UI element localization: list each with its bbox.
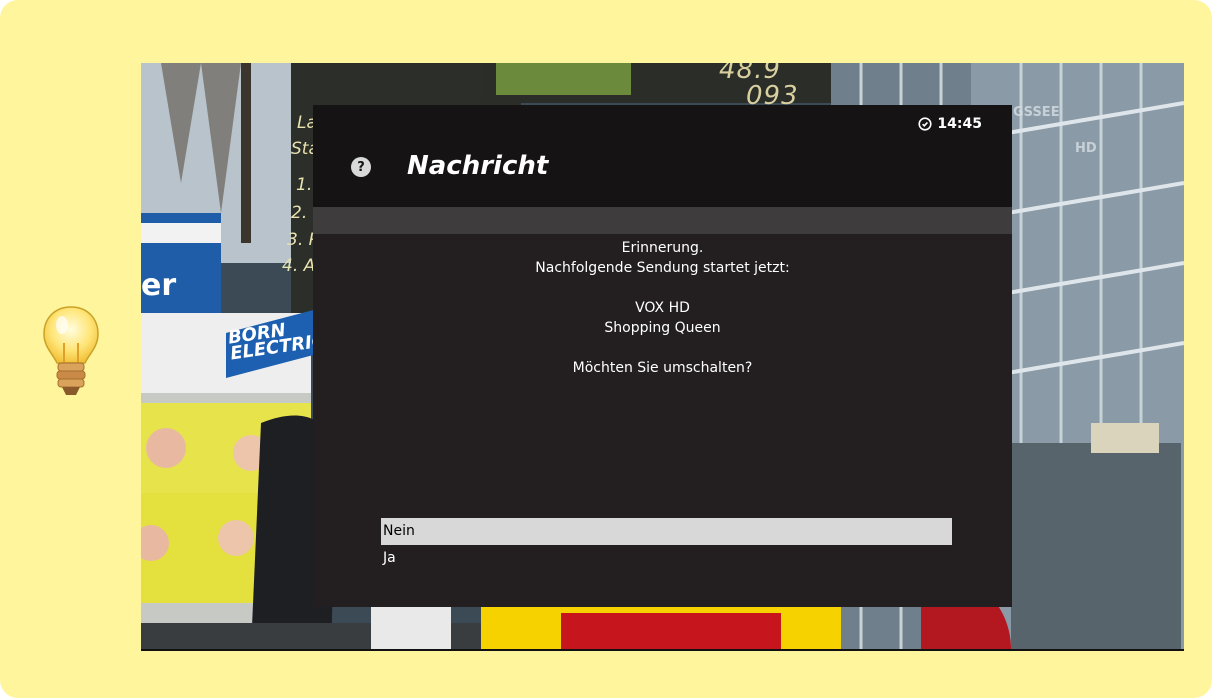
message-channel: VOX HD — [635, 300, 690, 316]
header-separator — [313, 207, 1012, 234]
board-line: 2. — [291, 203, 308, 223]
board-line: 1. — [296, 175, 313, 195]
option-list: Nein Ja — [381, 518, 952, 572]
dialog-header: 14:45 ? Nachricht — [313, 105, 1012, 207]
message-line-next-show: Nachfolgende Sendung startet jetzt: — [535, 260, 790, 276]
message-program: Shopping Queen — [604, 320, 721, 336]
option-ja[interactable]: Ja — [381, 545, 952, 572]
help-icon: ? — [351, 157, 371, 177]
message-question: Möchten Sie umschalten? — [572, 360, 753, 376]
clock-icon — [918, 117, 933, 131]
dialog-title: Nachricht — [407, 151, 549, 181]
clock: 14:45 — [918, 116, 982, 132]
option-nein[interactable]: Nein — [381, 518, 952, 545]
message-dialog: 14:45 ? Nachricht Erinnerung. Nachfolgen… — [313, 105, 1012, 607]
ad-text-er: er — [141, 268, 177, 303]
channel-logo-hd: HD — [1075, 141, 1097, 156]
tip-card: 48.9 093 La Sta 1. 2. 3. R 4. A er BORN … — [0, 0, 1212, 698]
channel-logo: GSSEE — [1013, 105, 1060, 120]
lightbulb-icon — [43, 306, 99, 395]
clock-time: 14:45 — [937, 116, 982, 132]
board-line: 4. A — [282, 256, 316, 276]
message-line-reminder: Erinnerung. — [621, 240, 704, 256]
